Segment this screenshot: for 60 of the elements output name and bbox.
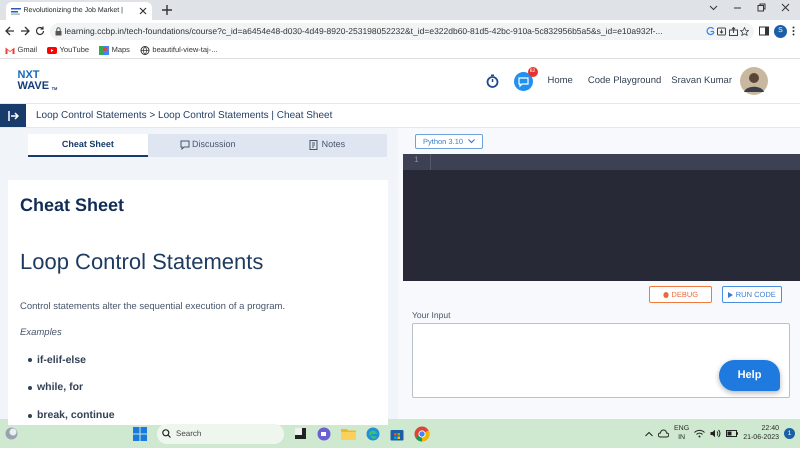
task-view-icon[interactable]	[294, 427, 308, 440]
sheet-title: Cheat Sheet	[20, 194, 126, 217]
input-field[interactable]	[412, 322, 790, 398]
list-item: if-elif-else	[37, 352, 86, 368]
tab[interactable]: Cheat Sheet	[28, 134, 148, 157]
chat-bubble-icon	[180, 140, 190, 150]
forward-icon[interactable]	[20, 26, 30, 36]
battery-icon[interactable]	[726, 430, 738, 437]
stopwatch-icon[interactable]	[486, 74, 498, 88]
avatar[interactable]	[740, 67, 768, 95]
chrome-icon[interactable]	[414, 426, 430, 442]
globe-icon	[140, 46, 150, 54]
cloud-sync-icon[interactable]	[658, 428, 670, 438]
user-name: Sravan Kumar	[671, 74, 732, 88]
taskbar-search-field[interactable]: Search	[157, 424, 284, 444]
chat-app-icon[interactable]	[317, 426, 332, 440]
expand-icon	[8, 110, 18, 120]
bug-icon	[662, 291, 669, 298]
wifi-icon[interactable]	[694, 429, 706, 438]
bullet-icon	[28, 386, 32, 390]
reload-icon[interactable]	[35, 26, 45, 36]
list-item: while, for	[37, 380, 84, 396]
side-panel-icon[interactable]	[759, 26, 769, 36]
intro-text: Control statements alter the sequential execution of a program.	[20, 300, 286, 314]
page-heading: Loop Control Statements	[20, 248, 264, 276]
close-icon[interactable]	[781, 2, 790, 12]
share-icon[interactable]	[728, 26, 738, 36]
maps-icon	[99, 46, 110, 54]
close-icon[interactable]	[139, 7, 147, 15]
install-icon[interactable]	[717, 26, 726, 36]
lock-icon	[55, 26, 62, 36]
line-number: 1	[403, 154, 431, 170]
examples-label: Examples	[20, 326, 63, 340]
restore-icon[interactable]	[757, 2, 766, 12]
nav-link[interactable]: Home	[548, 74, 573, 88]
search-icon	[162, 429, 172, 438]
note-icon	[309, 140, 320, 150]
bullet-icon	[28, 358, 32, 362]
input-label: Your Input	[412, 309, 452, 322]
start-icon[interactable]	[133, 426, 148, 440]
help-button[interactable]: Help	[719, 360, 780, 391]
bullet-icon	[28, 414, 32, 418]
gmail-icon	[5, 46, 15, 54]
back-icon[interactable]	[5, 26, 15, 36]
volume-icon[interactable]	[710, 429, 722, 438]
nav-link[interactable]: Code Playground	[588, 74, 662, 88]
breadcrumb[interactable]: Loop Control Statements > Loop Control Statements | Cheat Sheet	[36, 108, 332, 123]
site-icon	[11, 7, 21, 15]
list-item: break, continue	[37, 408, 115, 423]
play-icon	[728, 292, 734, 298]
chevron-down-icon[interactable]	[709, 2, 718, 12]
star-icon[interactable]	[740, 26, 749, 36]
sidebar-toggle-button[interactable]	[0, 104, 26, 127]
youtube-icon	[47, 46, 58, 54]
chevron-up-icon[interactable]	[645, 430, 654, 436]
new-tab-icon[interactable]	[162, 5, 172, 15]
menu-icon[interactable]	[792, 26, 795, 36]
edge-icon[interactable]	[366, 426, 380, 440]
chat-icon[interactable]	[514, 72, 532, 90]
chevron-down-icon	[468, 139, 476, 144]
